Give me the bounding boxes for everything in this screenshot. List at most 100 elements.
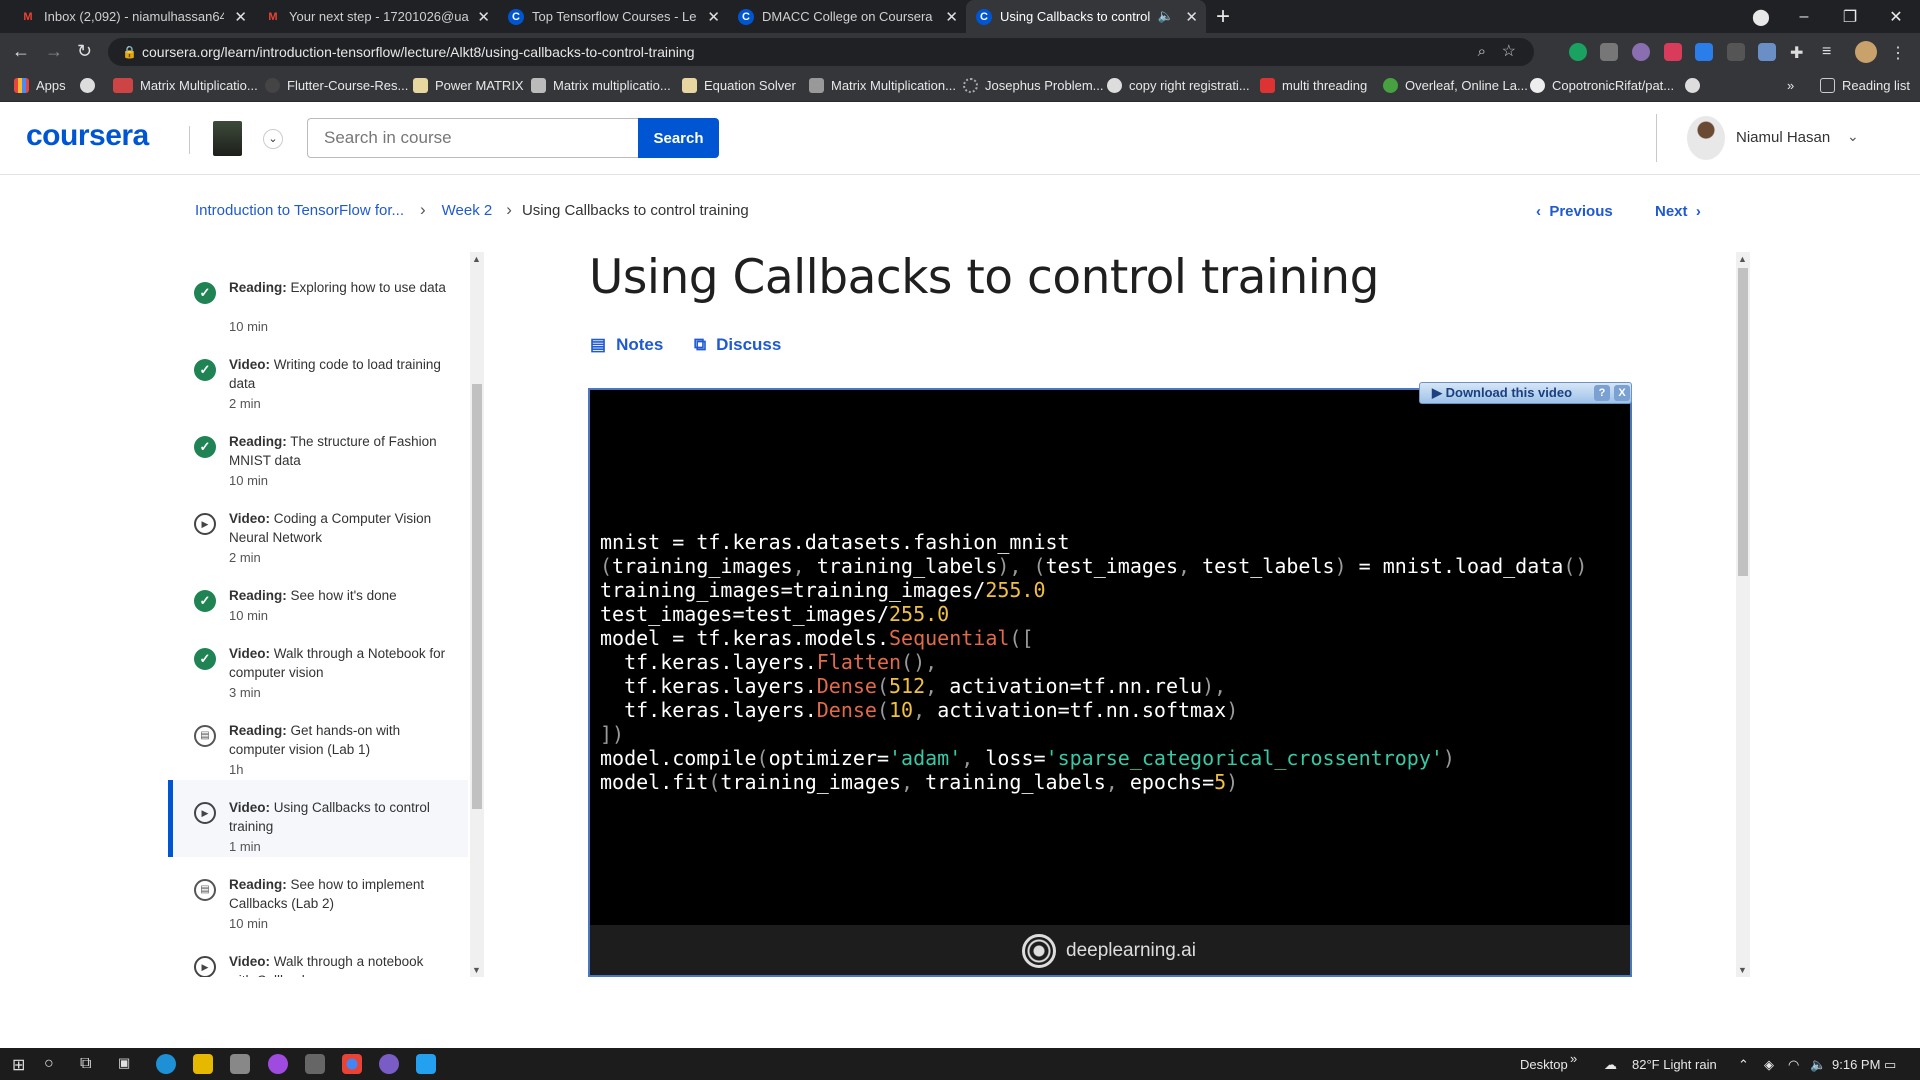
coursera-logo[interactable]: coursera [26,119,149,153]
breadcrumb-week-link[interactable]: Week 2 [442,202,493,219]
wifi-icon[interactable]: ◠ [1788,1057,1799,1073]
list-item[interactable]: ▶ Video: Walk through a notebook with Ca… [168,934,468,977]
bookmark-item[interactable]: Matrix multiplicatio... [531,78,671,93]
network-icon[interactable]: ◈ [1764,1057,1774,1073]
new-tab-icon[interactable]: + [1216,3,1230,31]
chrome-icon[interactable] [342,1054,362,1074]
search-input[interactable] [307,118,638,158]
close-tab-icon[interactable]: ✕ [477,8,490,26]
username[interactable]: Niamul Hasan [1736,129,1830,146]
pen-extension-icon[interactable] [1758,43,1776,61]
video-player[interactable]: ▶ Download this video ? X mnist = tf.ker… [588,382,1632,977]
close-window-icon[interactable]: ✕ [1873,0,1919,33]
extensions-puzzle-icon[interactable]: ✚ [1790,43,1808,62]
weather-text[interactable]: 82°F Light rain [1632,1057,1717,1072]
search-icon[interactable]: ⌕ [1478,38,1486,66]
avatar[interactable] [1687,116,1725,160]
partner-logo[interactable] [213,121,242,156]
breadcrumb-course-link[interactable]: Introduction to TensorFlow for... [195,202,404,219]
main-scrollbar[interactable]: ▲ ▼ [1736,252,1750,977]
browser-tab[interactable]: M Your next step - 17201026@uap- ✕ [255,0,498,33]
help-icon[interactable]: ? [1594,385,1610,401]
mail-icon[interactable] [230,1054,250,1074]
extension-icon[interactable] [1632,43,1650,61]
list-item[interactable]: ✓ Video: Writing code to load training d… [168,337,468,413]
forward-icon[interactable]: → [45,41,63,62]
browser-tab[interactable]: C Top Tensorflow Courses - Learn T ✕ [498,0,728,33]
bookmark-item[interactable]: Josephus Problem... [963,78,1104,93]
speaker-icon[interactable]: 🔈 [1158,8,1174,24]
lock-icon[interactable]: 🔒 [122,38,137,66]
bookmark-item[interactable] [1685,78,1707,93]
download-extension-icon[interactable] [1695,43,1713,61]
bookmark-item[interactable]: copy right registrati... [1107,78,1250,93]
bookmark-item[interactable]: Flutter-Course-Res... [265,78,408,93]
search-button[interactable]: Search [638,118,719,158]
discuss-button[interactable]: ⧉ Discuss [694,335,781,355]
list-item-active[interactable]: ▶ Video: Using Callbacks to control trai… [168,780,468,857]
tray-chevron-up-icon[interactable]: ⌃ [1738,1057,1749,1073]
camera-icon[interactable] [1600,43,1618,61]
weather-icon[interactable]: ☁ [1604,1057,1617,1073]
grammarly-icon[interactable] [1569,43,1587,61]
search-icon[interactable]: ○ [44,1055,54,1073]
calculator-icon[interactable]: ▣ [118,1055,130,1071]
vscode-icon[interactable] [416,1054,436,1074]
list-item[interactable]: ▤ Reading: See how to implement Callback… [168,857,468,933]
profile-avatar-icon[interactable] [1855,41,1877,63]
list-item[interactable]: ▶ Video: Coding a Computer Vision Neural… [168,491,468,567]
notes-button[interactable]: ▤ Notes [590,335,663,355]
list-item[interactable]: ✓ Reading: The structure of Fashion MNIS… [168,414,468,490]
media-control-icon[interactable]: ≡ [1822,43,1840,61]
scroll-up-icon[interactable]: ▲ [472,254,481,264]
address-field[interactable]: 🔒 coursera.org/learn/introduction-tensor… [108,38,1534,66]
list-item[interactable]: ✓ Reading: Exploring how to use data 10 … [168,260,468,336]
bookmark-item[interactable]: CopotronicRifat/pat... [1530,78,1674,93]
scroll-down-icon[interactable]: ▼ [1738,965,1747,975]
scroll-down-icon[interactable]: ▼ [472,965,481,975]
reading-list-button[interactable]: Reading list [1820,78,1910,93]
next-button[interactable]: Next › [1655,203,1701,220]
bookmark-item[interactable]: Power MATRIX [413,78,524,93]
browser-tab-active[interactable]: C Using Callbacks to control tr 🔈 ✕ [966,0,1206,33]
scrollbar-thumb[interactable] [472,384,482,809]
bookmark-item[interactable]: Matrix Multiplicatio... [113,78,258,93]
sidebar-scrollbar[interactable]: ▲ ▼ [470,252,484,977]
close-tab-icon[interactable]: ✕ [1185,8,1198,26]
chevron-icon[interactable]: » [1570,1051,1577,1066]
app-icon[interactable] [379,1054,399,1074]
browser-tab[interactable]: M Inbox (2,092) - niamulhassan64@ ✕ [10,0,255,33]
task-view-icon[interactable]: ⧉ [80,1055,91,1073]
profile-dropdown-icon[interactable]: ⬤ [1738,0,1784,33]
bookmark-apps[interactable]: Apps [14,78,66,93]
chevron-down-icon[interactable]: ⌄ [1847,128,1859,145]
list-item[interactable]: ✓ Video: Walk through a Notebook for com… [168,626,468,702]
previous-button[interactable]: ‹ Previous [1536,203,1613,220]
windows-start-icon[interactable]: ⊞ [12,1055,25,1075]
minimize-icon[interactable]: – [1781,0,1827,33]
edge-icon[interactable] [156,1054,176,1074]
bookmark-item[interactable]: Matrix Multiplication... [809,78,956,93]
extension-icon[interactable] [1727,43,1745,61]
bookmark-star-icon[interactable]: ☆ [1502,38,1516,66]
scroll-up-icon[interactable]: ▲ [1738,254,1747,264]
bookmark-item[interactable]: Equation Solver [682,78,796,93]
list-item[interactable]: ▤ Reading: Get hands-on with computer vi… [168,703,468,779]
bookmark-item[interactable]: Overleaf, Online La... [1383,78,1528,93]
close-tab-icon[interactable]: ✕ [707,8,720,26]
clock[interactable]: 9:16 PM [1832,1057,1880,1072]
game-icon[interactable] [305,1054,325,1074]
bookmark-item[interactable] [80,78,102,93]
extension-icon[interactable] [1664,43,1682,61]
close-tab-icon[interactable]: ✕ [945,8,958,26]
menu-kebab-icon[interactable]: ⋮ [1890,43,1908,62]
browser-tab[interactable]: C DMACC College on Coursera | Co ✕ [728,0,966,33]
notification-icon[interactable]: ▭ [1884,1057,1896,1073]
list-item[interactable]: ✓ Reading: See how it's done 10 min [168,568,468,626]
back-icon[interactable]: ← [12,41,30,62]
scrollbar-thumb[interactable] [1738,268,1748,576]
chevron-down-icon[interactable]: ⌄ [263,129,283,149]
reload-icon[interactable]: ↻ [77,41,92,62]
volume-icon[interactable]: 🔈 [1810,1057,1826,1073]
close-icon[interactable]: X [1614,385,1630,401]
